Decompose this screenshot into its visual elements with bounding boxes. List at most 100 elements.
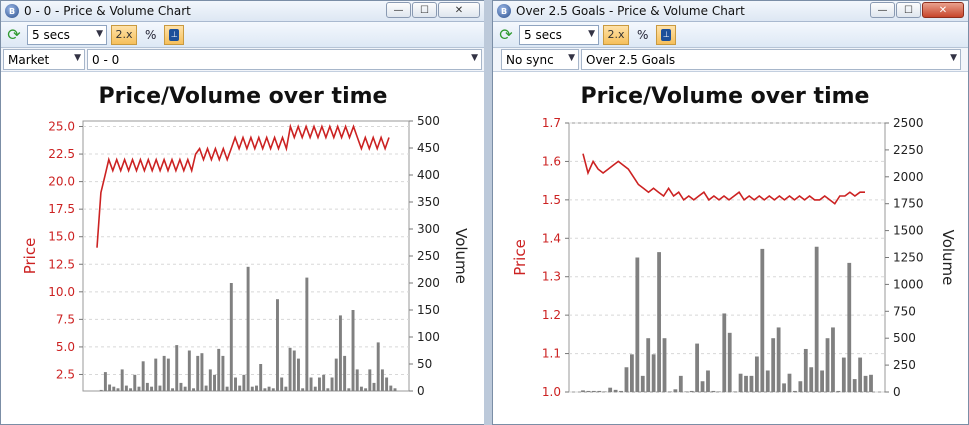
volume-bar: [782, 383, 786, 392]
volume-bar: [798, 381, 803, 392]
volume-bar: [803, 348, 808, 392]
volume-bar: [689, 390, 694, 392]
volume-bar: [183, 386, 187, 391]
volume-bar: [619, 390, 623, 392]
y2-tick-label: 350: [417, 195, 440, 209]
chevron-down-icon: ▼: [568, 53, 575, 63]
chevron-down-icon: ▼: [74, 53, 81, 63]
pin-icon: ⊥: [661, 28, 672, 41]
y2-tick-label: 1750: [893, 197, 924, 211]
refresh-icon[interactable]: ⟳: [497, 25, 515, 44]
runner-select[interactable]: Over 2.5 Goals ▼: [581, 49, 961, 70]
y2-tick-label: 400: [417, 168, 440, 182]
y-tick-label: 1.3: [542, 270, 561, 284]
y-tick-label: 5.0: [56, 340, 75, 354]
volume-bar: [150, 386, 154, 391]
volume-bar: [597, 390, 602, 392]
volume-bar: [112, 386, 116, 391]
close-button[interactable]: ✕: [922, 2, 964, 18]
volume-bar: [695, 343, 700, 392]
y-tick-label: 25.0: [48, 120, 75, 134]
y-tick-label: 1.4: [542, 231, 561, 245]
volume-bar: [326, 388, 330, 391]
minimize-button[interactable]: —: [386, 2, 411, 18]
pin-button[interactable]: ⊥: [164, 24, 185, 45]
y2-tick-label: 2250: [893, 143, 924, 157]
percent-toggle[interactable]: %: [633, 28, 652, 42]
volume-bar: [793, 390, 797, 392]
volume-bar: [351, 310, 355, 391]
y2-tick-label: 0: [893, 385, 901, 399]
volume-bar: [166, 358, 170, 391]
volume-bar: [869, 374, 873, 392]
y2-tick-label: 500: [417, 114, 440, 128]
zoom-button[interactable]: 2.x: [603, 24, 629, 45]
volume-bar: [124, 385, 128, 391]
volume-bar: [820, 370, 824, 392]
volume-bar: [280, 377, 284, 391]
volume-bar: [624, 367, 629, 392]
volume-bar: [208, 369, 212, 391]
percent-toggle[interactable]: %: [141, 28, 160, 42]
volume-bar: [99, 389, 103, 391]
zoom-button[interactable]: 2.x: [111, 24, 137, 45]
runner-select-value: 0 - 0: [92, 52, 120, 67]
y2-tick-label: 150: [417, 303, 440, 317]
volume-bar: [858, 357, 863, 392]
volume-bar: [347, 388, 351, 391]
volume-bar: [343, 355, 347, 391]
y2-tick-label: 50: [417, 357, 432, 371]
volume-bar: [221, 355, 225, 391]
volume-bar: [263, 388, 267, 391]
volume-bar: [760, 248, 765, 392]
volume-bar: [376, 342, 380, 391]
chevron-down-icon: ▼: [96, 28, 103, 39]
price-volume-chart: Price/Volume over time 1.0 1.1 1.2 1.3 1.4 1.5…: [511, 84, 957, 399]
volume-bar: [175, 345, 179, 391]
volume-bar: [200, 353, 204, 391]
volume-bar: [217, 348, 221, 391]
interval-select[interactable]: 5 secs ▼: [27, 24, 107, 45]
market-select[interactable]: Market ▼: [3, 49, 85, 70]
chevron-down-icon: ▼: [471, 53, 478, 63]
volume-bar: [836, 390, 841, 392]
volume-bar: [608, 387, 613, 392]
maximize-button[interactable]: ☐: [412, 2, 437, 18]
volume-bar: [355, 369, 359, 391]
minimize-button[interactable]: —: [870, 2, 895, 18]
volume-bar: [284, 386, 288, 391]
volume-bar: [309, 377, 313, 391]
y-tick-label: 15.0: [48, 230, 75, 244]
maximize-button[interactable]: ☐: [896, 2, 921, 18]
volume-bar: [738, 373, 743, 392]
volume-bar: [711, 390, 716, 392]
volume-bar: [754, 356, 759, 392]
volume-bar: [372, 382, 376, 391]
refresh-icon[interactable]: ⟳: [5, 25, 23, 44]
volume-bar: [338, 315, 342, 391]
volume-bar: [646, 338, 651, 392]
close-button[interactable]: ✕: [438, 2, 480, 18]
volume-bar: [825, 338, 830, 392]
volume-bar: [213, 374, 216, 391]
volume-bar: [727, 332, 732, 392]
y2-tick-label: 1000: [893, 277, 924, 291]
volume-bar: [657, 252, 661, 392]
titlebar[interactable]: B Over 2.5 Goals - Price & Volume Chart …: [493, 1, 968, 22]
pin-button[interactable]: ⊥: [656, 24, 677, 45]
y2-tick-label: 450: [417, 141, 440, 155]
volume-bar: [678, 375, 683, 392]
volume-bar: [179, 382, 183, 391]
interval-select[interactable]: 5 secs ▼: [519, 24, 599, 45]
volume-bar: [334, 358, 338, 391]
volume-bar: [771, 338, 776, 392]
volume-bar: [586, 390, 591, 392]
volume-bar: [108, 384, 112, 391]
sync-select[interactable]: No sync ▼: [501, 49, 579, 70]
volume-bar: [242, 374, 246, 391]
volume-bar: [255, 385, 258, 391]
y2-axis-label: Volume: [452, 228, 470, 284]
runner-select[interactable]: 0 - 0 ▼: [87, 49, 482, 70]
titlebar[interactable]: B 0 - 0 - Price & Volume Chart — ☐ ✕: [1, 1, 484, 22]
volume-bar: [673, 389, 678, 392]
